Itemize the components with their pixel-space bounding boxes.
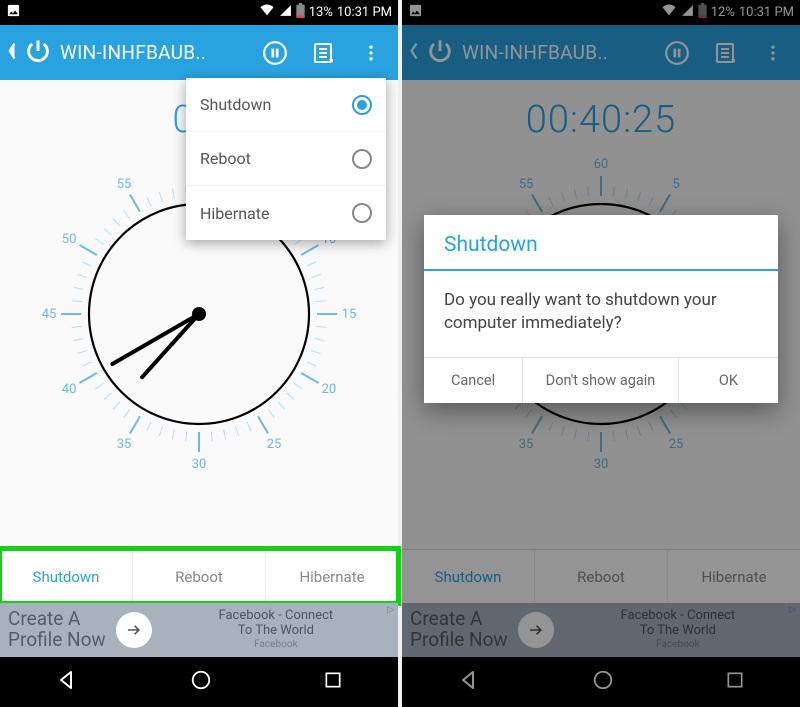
pause-button[interactable] [254,32,296,74]
cancel-button[interactable]: Cancel [424,358,523,403]
app-bar: WIN-INHFBAUB.. [0,25,398,80]
menu-label: Reboot [200,149,251,168]
phone-left: 13% 10:31 PM WIN-INHFBAUB.. 00: 51015202… [0,0,398,707]
nav-bar [0,657,398,707]
svg-text:40: 40 [62,382,77,397]
radio-icon [352,203,372,223]
reboot-button[interactable]: Reboot [133,550,266,603]
arrow-icon [116,612,152,648]
svg-text:55: 55 [117,177,132,192]
ad-line-2: To The World [162,624,390,639]
svg-text:35: 35 [117,437,132,452]
shutdown-button[interactable]: Shutdown [0,550,133,603]
back-icon[interactable] [6,41,18,65]
radio-icon [352,149,372,169]
list-button[interactable] [302,32,344,74]
menu-item-hibernate[interactable]: Hibernate [186,186,386,240]
nav-recent-button[interactable] [323,670,343,694]
menu-label: Shutdown [200,95,271,114]
battery-icon [296,3,305,22]
power-icon [24,37,52,69]
dialog-title: Shutdown [424,215,778,269]
battery-percent: 13% [309,5,333,20]
ad-title-2: Profile Now [8,630,106,651]
options-menu: Shutdown Reboot Hibernate [186,78,386,240]
ad-title-1: Create A [8,609,106,630]
svg-text:15: 15 [342,307,357,322]
ad-banner[interactable]: Create A Profile Now Facebook - Connect … [0,603,398,657]
svg-text:30: 30 [192,457,207,472]
dialog-buttons: Cancel Don't show again OK [424,357,778,403]
status-time: 10:31 PM [337,5,392,20]
picture-icon [6,3,21,22]
overflow-button[interactable] [350,32,392,74]
dialog-body: Do you really want to shutdown your comp… [424,271,778,357]
confirm-dialog: Shutdown Do you really want to shutdown … [424,215,778,403]
phone-right: 12% 10:31 PM WIN-INHFBAUB.. 00:40:25 510… [402,0,800,707]
svg-text:45: 45 [42,307,57,322]
svg-text:50: 50 [62,232,77,247]
nav-home-button[interactable] [190,669,212,695]
ok-button[interactable]: OK [679,358,778,403]
ad-line-1: Facebook - Connect [162,609,390,624]
menu-label: Hibernate [200,204,269,223]
wifi-icon [259,4,275,21]
dont-show-again-button[interactable]: Don't show again [523,358,679,403]
menu-item-shutdown[interactable]: Shutdown [186,78,386,132]
svg-text:25: 25 [267,437,282,452]
status-bar: 13% 10:31 PM [0,0,398,25]
action-bar: Shutdown Reboot Hibernate [0,549,398,603]
radio-icon [352,95,372,115]
svg-text:20: 20 [322,382,337,397]
ad-sub: Facebook [162,639,390,651]
nav-back-button[interactable] [55,668,79,696]
signal-icon [279,4,292,21]
adchoices-icon[interactable]: ▷ [387,605,394,615]
app-title: WIN-INHFBAUB.. [60,41,206,64]
hibernate-button[interactable]: Hibernate [266,550,398,603]
menu-item-reboot[interactable]: Reboot [186,132,386,186]
